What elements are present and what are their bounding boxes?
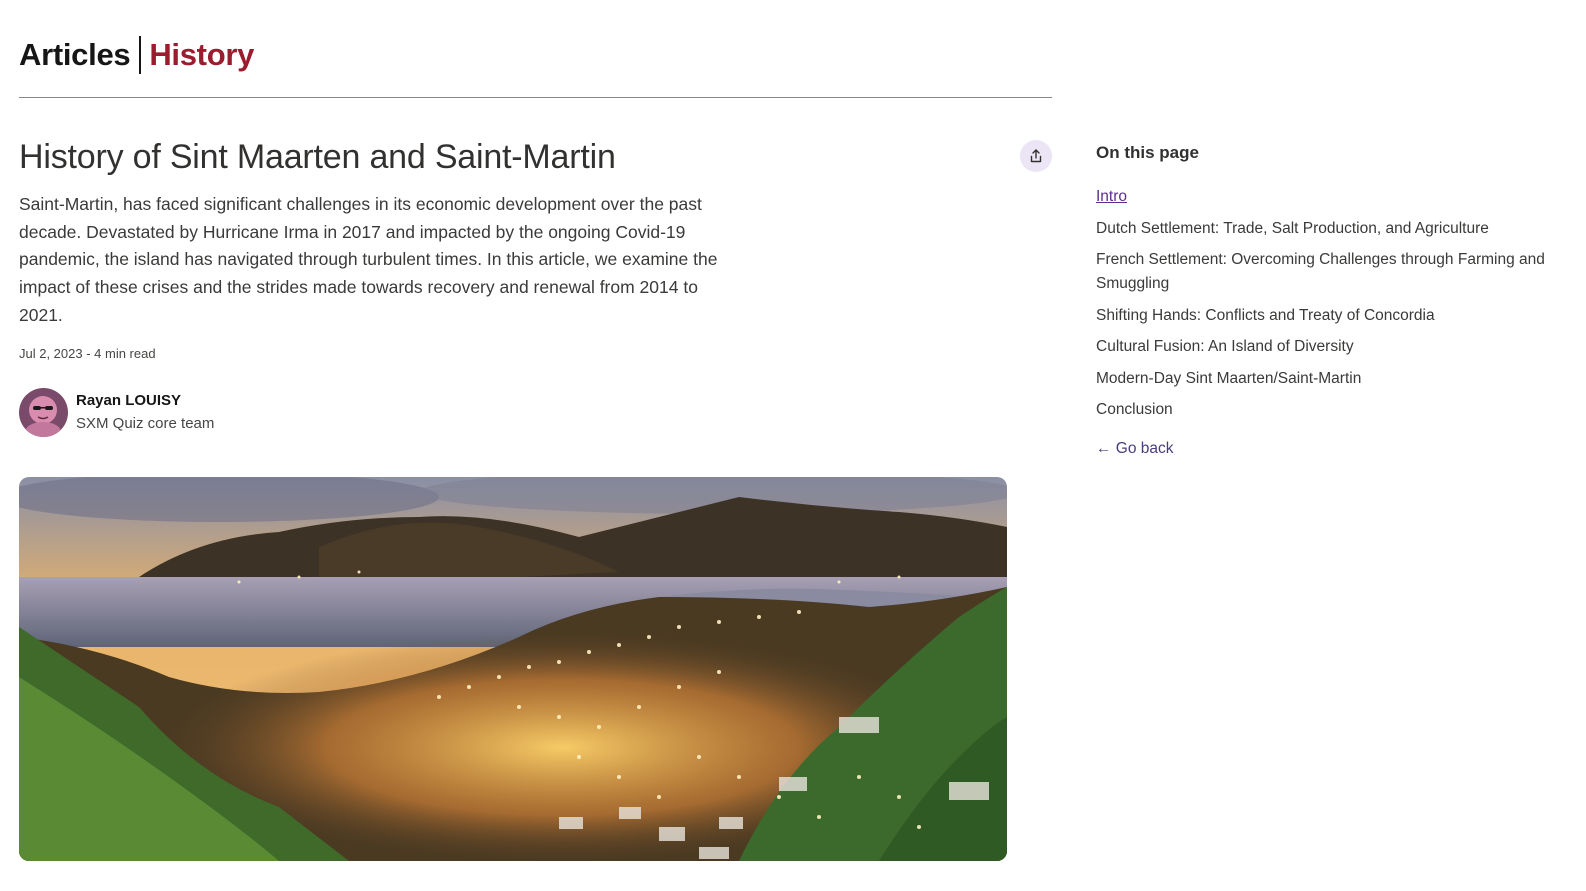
- toc-item-shifting-hands[interactable]: Shifting Hands: Conflicts and Treaty of …: [1096, 304, 1576, 328]
- toc-item-french-settlement[interactable]: French Settlement: Overcoming Challenges…: [1096, 248, 1576, 296]
- article-summary: Saint-Martin, has faced significant chal…: [19, 194, 718, 325]
- hero-image: [19, 477, 1007, 861]
- share-icon: [1030, 149, 1042, 163]
- author-team: SXM Quiz core team: [76, 414, 215, 432]
- category-label[interactable]: History: [149, 37, 254, 73]
- author-info: Rayan LOUISY SXM Quiz core team: [76, 390, 214, 436]
- article-meta: Jul 2, 2023 - 4 min read: [19, 346, 156, 361]
- toc-item-cultural-fusion[interactable]: Cultural Fusion: An Island of Diversity: [1096, 335, 1576, 359]
- toc-item-dutch-settlement[interactable]: Dutch Settlement: Trade, Salt Production…: [1096, 217, 1576, 241]
- table-of-contents: On this page Intro Dutch Settlement: Tra…: [1096, 143, 1576, 458]
- toc-item-modern-day[interactable]: Modern-Day Sint Maarten/Saint-Martin: [1096, 367, 1576, 391]
- toc-item-intro[interactable]: Intro: [1096, 185, 1576, 209]
- go-back-link[interactable]: ← Go back: [1096, 440, 1576, 458]
- toc-list: Intro Dutch Settlement: Trade, Salt Prod…: [1096, 185, 1576, 422]
- avatar[interactable]: [19, 388, 68, 437]
- page-title: History of Sint Maarten and Saint-Martin: [19, 138, 616, 176]
- toc-title: On this page: [1096, 143, 1199, 162]
- breadcrumb-header: Articles History: [19, 36, 254, 74]
- header-divider: [139, 36, 142, 74]
- toc-item-conclusion[interactable]: Conclusion: [1096, 398, 1576, 422]
- author-name[interactable]: Rayan LOUISY: [76, 390, 214, 412]
- author-card: Rayan LOUISY SXM Quiz core team: [19, 388, 214, 437]
- share-button[interactable]: [1020, 140, 1052, 172]
- header-rule: [19, 97, 1052, 98]
- section-label[interactable]: Articles: [19, 37, 131, 73]
